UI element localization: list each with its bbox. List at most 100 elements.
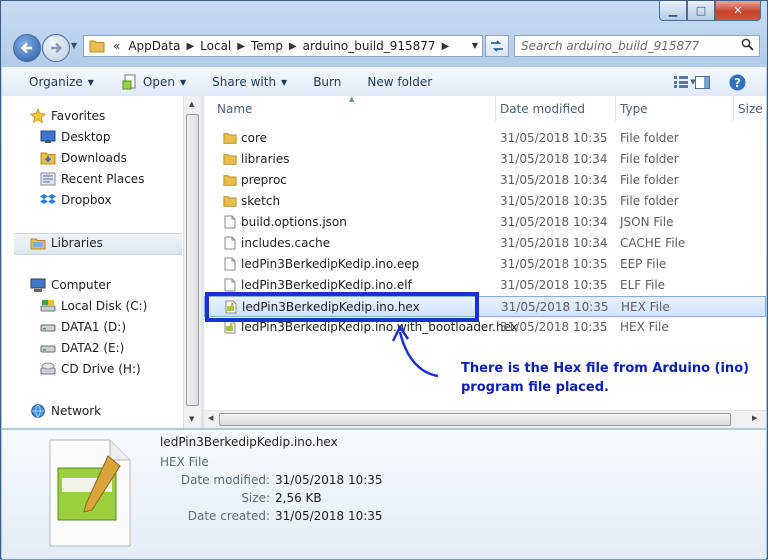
- scroll-up-icon[interactable]: ▲: [189, 100, 194, 108]
- folder-icon: [223, 131, 237, 145]
- back-button[interactable]: [13, 34, 41, 62]
- scroll-right-icon[interactable]: ▶: [752, 414, 757, 422]
- scrollbar-thumb[interactable]: [219, 413, 731, 426]
- new-folder-label: New folder: [367, 75, 433, 89]
- preview-pane-button[interactable]: [692, 72, 712, 92]
- file-date-modified: 31/05/2018 10:34: [500, 236, 608, 250]
- file-name: ledPin3BerkedipKedip.ino.with_bootloader…: [241, 320, 518, 334]
- address-bar[interactable]: « AppData ▶ Local ▶ Temp ▶ arduino_build…: [83, 35, 483, 57]
- star-icon: [30, 108, 46, 124]
- nav-dropbox[interactable]: Dropbox: [40, 190, 112, 210]
- nav-cd-drive[interactable]: CD Drive (H:): [40, 359, 141, 379]
- file-type: EEP File: [620, 257, 667, 271]
- breadcrumb-separator[interactable]: ▶: [237, 41, 245, 52]
- search-input[interactable]: Search arduino_build_915877: [514, 35, 760, 57]
- breadcrumb-separator[interactable]: ▶: [289, 41, 297, 52]
- nav-libraries-label: Libraries: [51, 236, 103, 250]
- nav-local-disk[interactable]: Local Disk (C:): [40, 296, 147, 316]
- file-row[interactable]: preproc 31/05/2018 10:34 File folder: [204, 170, 766, 191]
- file-type: File folder: [620, 131, 679, 145]
- column-size-label: Size: [738, 102, 763, 116]
- history-dropdown-icon[interactable]: ▼: [71, 41, 77, 50]
- close-button[interactable]: ✕: [715, 1, 761, 21]
- annotation-line-1: There is the Hex file from Arduino (ino): [461, 361, 750, 376]
- nav-desktop[interactable]: Desktop: [40, 127, 111, 147]
- help-button[interactable]: ?: [726, 72, 748, 92]
- refresh-button[interactable]: [485, 35, 509, 57]
- nav-network-label: Network: [51, 404, 102, 418]
- column-name-label: Name: [217, 102, 253, 116]
- chevron-down-icon: ▼: [179, 77, 187, 87]
- refresh-icon: [491, 40, 503, 52]
- command-bar: Organize ▼ Open ▼ Share with ▼ Burn New fol…: [2, 67, 766, 97]
- scroll-down-icon[interactable]: ▼: [189, 415, 194, 423]
- file-date-modified: 31/05/2018 10:35: [501, 300, 609, 314]
- nav-computer-label: Computer: [51, 278, 111, 292]
- open-label: Open: [142, 75, 175, 89]
- nav-data2[interactable]: DATA2 (E:): [40, 338, 124, 358]
- file-name: ledPin3BerkedipKedip.ino.eep: [241, 257, 420, 271]
- burn-button[interactable]: Burn: [313, 75, 341, 89]
- folder-icon: [89, 40, 105, 53]
- nav-recent-places[interactable]: Recent Places: [40, 169, 144, 189]
- column-header-name[interactable]: Name ▲: [204, 95, 496, 122]
- chevron-down-icon: ▼: [87, 77, 94, 87]
- share-with-button[interactable]: Share with ▼: [212, 75, 287, 89]
- scroll-left-icon[interactable]: ◀: [208, 414, 213, 422]
- nav-network[interactable]: Network: [30, 401, 101, 421]
- annotation-line-2: program file placed.: [461, 380, 609, 395]
- file-row[interactable]: ledPin3BerkedipKedip.ino.with_bootloader…: [204, 317, 766, 338]
- file-row[interactable]: libraries 31/05/2018 10:34 File folder: [204, 149, 766, 170]
- breadcrumb-build-folder[interactable]: arduino_build_915877: [303, 39, 436, 53]
- search-icon[interactable]: [741, 38, 754, 55]
- file-type: ELF File: [620, 278, 666, 292]
- address-dropdown-icon[interactable]: ▼: [472, 41, 478, 50]
- breadcrumb-separator[interactable]: ▶: [186, 41, 194, 52]
- file-row[interactable]: sketch 31/05/2018 10:35 File folder: [204, 191, 766, 212]
- column-header-date[interactable]: Date modified: [496, 96, 616, 122]
- open-button[interactable]: Open ▼: [122, 74, 186, 90]
- nav-downloads-label: Downloads: [61, 151, 127, 165]
- annotation-text: There is the Hex file from Arduino (ino)…: [461, 359, 749, 397]
- column-header-size[interactable]: Size: [734, 96, 766, 122]
- system-drive-icon: [40, 298, 56, 314]
- file-name: sketch: [241, 194, 281, 208]
- nav-downloads[interactable]: Downloads: [40, 148, 127, 168]
- file-date-modified: 31/05/2018 10:35: [500, 278, 608, 292]
- file-type: CACHE File: [620, 236, 686, 250]
- minimize-button[interactable]: ▁: [659, 1, 687, 21]
- details-date-modified: 31/05/2018 10:35: [275, 473, 383, 487]
- file-row[interactable]: core 31/05/2018 10:35 File folder: [204, 128, 766, 149]
- forward-button[interactable]: [42, 34, 70, 62]
- file-row[interactable]: includes.cache 31/05/2018 10:34 CACHE File: [204, 233, 766, 254]
- open-file-icon: [122, 74, 136, 90]
- breadcrumb-appdata[interactable]: AppData: [128, 39, 180, 53]
- new-folder-button[interactable]: New folder: [367, 75, 432, 89]
- column-header-type[interactable]: Type: [616, 96, 734, 122]
- file-icon: [223, 236, 237, 250]
- file-name: core: [241, 131, 267, 145]
- nav-favorites[interactable]: Favorites: [30, 106, 105, 126]
- horizontal-scrollbar[interactable]: ◀ ▶: [204, 410, 766, 428]
- nav-computer[interactable]: Computer: [30, 275, 111, 295]
- address-row: ▼ « AppData ▶ Local ▶ Temp ▶ arduino_bui…: [9, 33, 761, 62]
- file-name: includes.cache: [241, 236, 331, 250]
- file-type: JSON File: [620, 215, 674, 229]
- breadcrumb-local[interactable]: Local: [200, 39, 231, 53]
- file-date-modified: 31/05/2018 10:35: [500, 320, 608, 334]
- folder-icon: [223, 173, 237, 187]
- file-name: build.options.json: [241, 215, 347, 229]
- scrollbar-thumb[interactable]: [186, 114, 199, 406]
- nav-libraries[interactable]: Libraries: [30, 233, 103, 253]
- file-row[interactable]: build.options.json 31/05/2018 10:34 JSON F…: [204, 212, 766, 233]
- nav-data1[interactable]: DATA1 (D:): [40, 317, 126, 337]
- organize-button[interactable]: Organize ▼: [29, 75, 94, 89]
- address-overflow[interactable]: «: [113, 39, 120, 53]
- maximize-button[interactable]: □: [687, 1, 715, 21]
- file-row[interactable]: ledPin3BerkedipKedip.ino.hex 31/05/2018 1…: [204, 296, 766, 317]
- file-row[interactable]: ledPin3BerkedipKedip.ino.eep 31/05/2018 1…: [204, 254, 766, 275]
- nav-vertical-scrollbar[interactable]: ▲ ▼: [183, 96, 202, 428]
- breadcrumb-temp[interactable]: Temp: [251, 39, 283, 53]
- file-row[interactable]: ledPin3BerkedipKedip.ino.elf 31/05/2018 1…: [204, 275, 766, 296]
- breadcrumb-separator[interactable]: ▶: [442, 41, 450, 52]
